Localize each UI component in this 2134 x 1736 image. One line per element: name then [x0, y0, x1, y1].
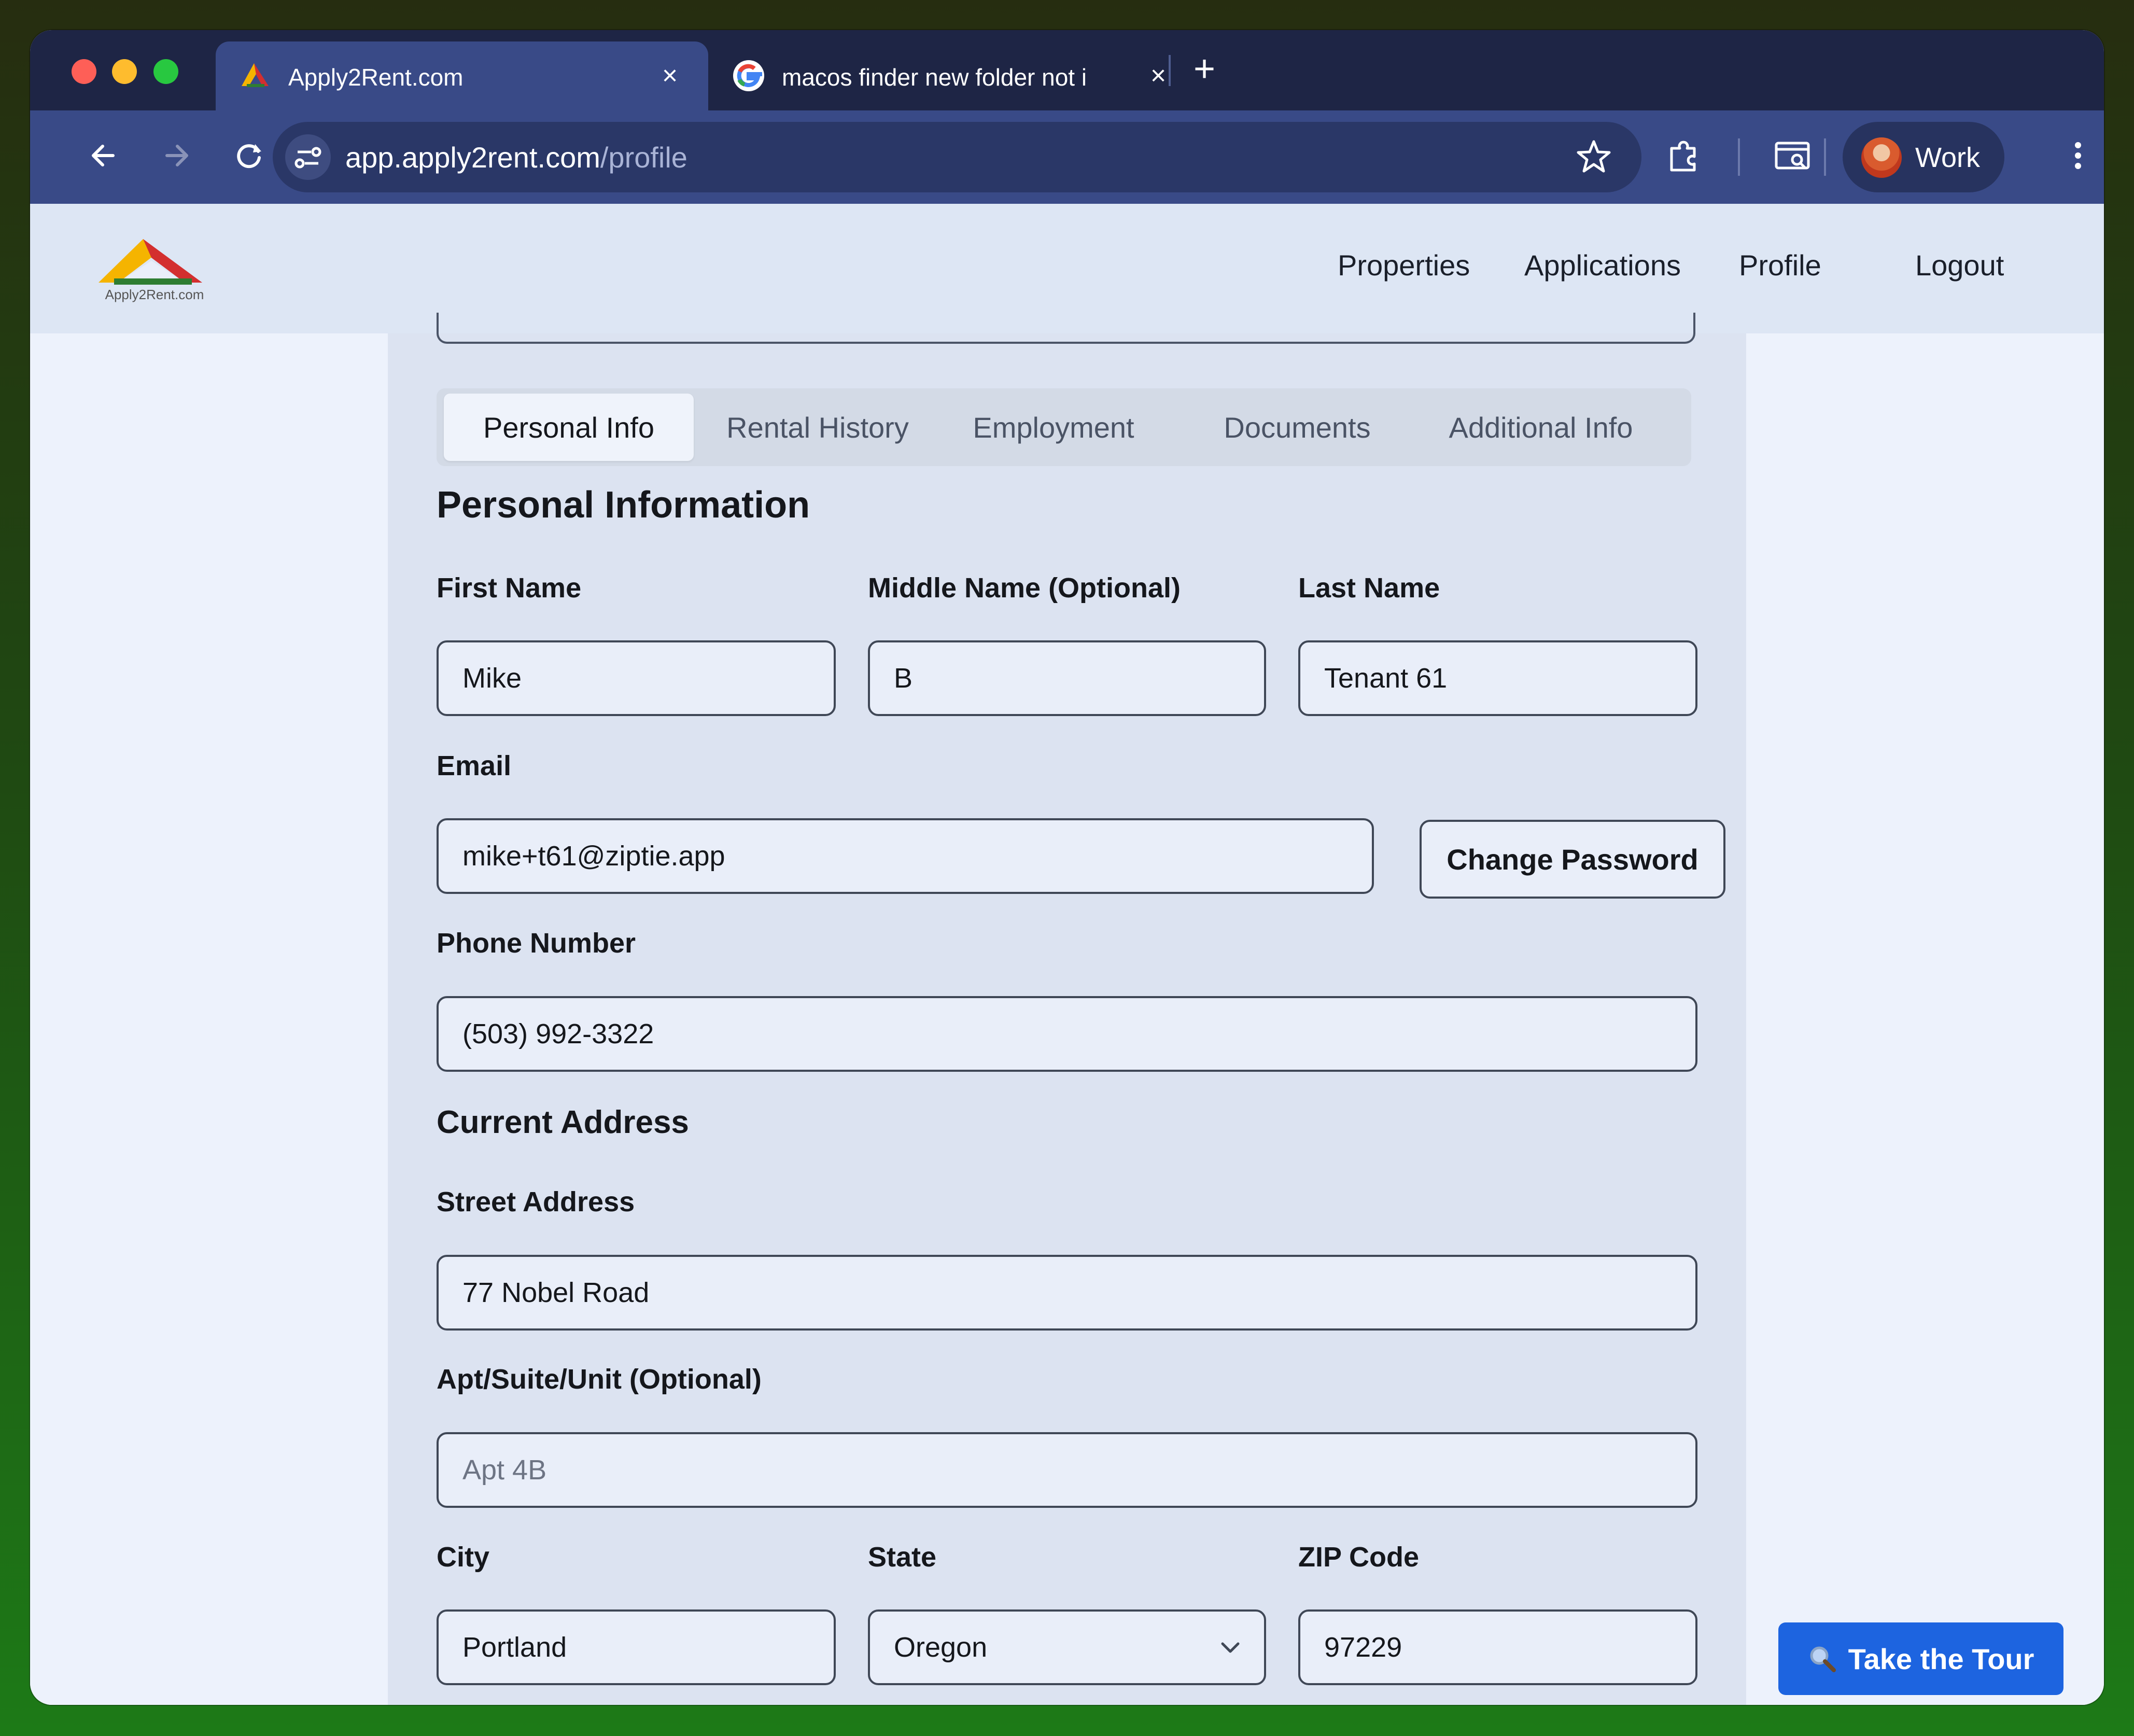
- zip-code-label: ZIP Code: [1298, 1542, 1420, 1573]
- scrolled-field-edge: [437, 313, 1695, 344]
- last-name-label: Last Name: [1298, 572, 1440, 604]
- take-the-tour-label: Take the Tour: [1848, 1642, 2034, 1675]
- avatar: [1861, 137, 1902, 178]
- address-bar[interactable]: app.apply2rent.com/profile: [273, 122, 1641, 192]
- nav-applications[interactable]: Applications: [1524, 248, 1681, 282]
- web-page: Apply2Rent.com Properties Applications P…: [30, 204, 2104, 1705]
- street-address-input[interactable]: 77 Nobel Road: [437, 1255, 1697, 1331]
- profile-tab-list: Personal Info Rental History Employment …: [437, 388, 1691, 466]
- apply2rent-logo[interactable]: Apply2Rent.com: [93, 235, 214, 302]
- tab-employment[interactable]: Employment: [950, 394, 1157, 461]
- zip-code-input[interactable]: 97229: [1298, 1609, 1697, 1685]
- tab-personal-info[interactable]: Personal Info: [444, 394, 694, 461]
- state-label: State: [868, 1542, 937, 1573]
- new-tab-icon[interactable]: +: [1186, 50, 1223, 88]
- tab-documents[interactable]: Documents: [1194, 394, 1401, 461]
- tab-search-icon[interactable]: [1771, 134, 1815, 177]
- forward-arrow-icon[interactable]: [155, 134, 198, 177]
- take-the-tour-button[interactable]: Take the Tour: [1778, 1622, 2063, 1695]
- city-input[interactable]: Portland: [437, 1609, 836, 1685]
- close-window-button[interactable]: [72, 59, 96, 84]
- tab-bar: Apply2Rent.com × macos finder new folder…: [30, 30, 2104, 110]
- first-name-label: First Name: [437, 572, 582, 604]
- state-select[interactable]: Oregon: [868, 1609, 1266, 1685]
- tab-separator: [1169, 55, 1171, 86]
- tab-title: Apply2Rent.com: [288, 64, 464, 91]
- change-password-button[interactable]: Change Password: [1420, 820, 1725, 899]
- zoom-window-button[interactable]: [153, 59, 178, 84]
- email-input[interactable]: mike+t61@ziptie.app: [437, 818, 1374, 894]
- city-label: City: [437, 1542, 490, 1573]
- state-select-value: Oregon: [894, 1632, 988, 1663]
- tab-title: macos finder new folder not i: [782, 64, 1087, 91]
- first-name-input[interactable]: Mike: [437, 640, 836, 716]
- current-address-heading: Current Address: [437, 1104, 689, 1140]
- tab-additional-info[interactable]: Additional Info: [1427, 394, 1655, 461]
- menu-kebab-icon[interactable]: [2068, 134, 2088, 177]
- apt-suite-label: Apt/Suite/Unit (Optional): [437, 1364, 762, 1395]
- last-name-input[interactable]: Tenant 61: [1298, 640, 1697, 716]
- profile-button[interactable]: Work: [1843, 122, 2004, 192]
- url-text: app.apply2rent.com/profile: [345, 141, 687, 174]
- chevron-down-icon: [1221, 1642, 1240, 1653]
- middle-name-label: Middle Name (Optional): [868, 572, 1181, 604]
- email-label: Email: [437, 750, 512, 781]
- browser-window: Apply2Rent.com × macos finder new folder…: [30, 30, 2104, 1705]
- extensions-puzzle-icon[interactable]: [1662, 134, 1706, 177]
- logo-text: Apply2Rent.com: [105, 287, 204, 302]
- site-settings-icon[interactable]: [285, 134, 331, 180]
- url-path: /profile: [600, 141, 687, 174]
- bookmark-star-icon[interactable]: [1574, 137, 1613, 177]
- url-host: app.apply2rent.com: [345, 141, 600, 174]
- back-arrow-icon[interactable]: [82, 134, 125, 177]
- browser-toolbar: app.apply2rent.com/profile Work: [30, 110, 2104, 205]
- reload-icon[interactable]: [227, 134, 271, 177]
- close-tab-icon[interactable]: ×: [1145, 62, 1172, 89]
- nav-properties[interactable]: Properties: [1338, 248, 1470, 282]
- phone-number-input[interactable]: (503) 992-3322: [437, 996, 1697, 1072]
- browser-tab-apply2rent[interactable]: Apply2Rent.com ×: [216, 41, 708, 110]
- profile-form-column: Personal Info Rental History Employment …: [388, 313, 1746, 1705]
- close-tab-icon[interactable]: ×: [656, 62, 683, 89]
- google-icon: [733, 60, 764, 91]
- apply2rent-logo-icon: [242, 63, 269, 87]
- toolbar-divider: [1824, 138, 1826, 176]
- apt-suite-input[interactable]: Apt 4B: [437, 1432, 1697, 1508]
- toolbar-divider: [1738, 138, 1740, 176]
- browser-tab-google[interactable]: macos finder new folder not i ×: [709, 41, 1197, 110]
- tab-rental-history[interactable]: Rental History: [701, 394, 934, 461]
- middle-name-input[interactable]: B: [868, 640, 1266, 716]
- magnifier-icon: [1810, 1646, 1836, 1672]
- street-address-label: Street Address: [437, 1186, 635, 1217]
- minimize-window-button[interactable]: [112, 59, 137, 84]
- nav-logout[interactable]: Logout: [1915, 248, 2004, 282]
- nav-profile[interactable]: Profile: [1739, 248, 1821, 282]
- profile-label: Work: [1915, 142, 1981, 173]
- personal-information-heading: Personal Information: [437, 484, 810, 526]
- phone-number-label: Phone Number: [437, 928, 636, 959]
